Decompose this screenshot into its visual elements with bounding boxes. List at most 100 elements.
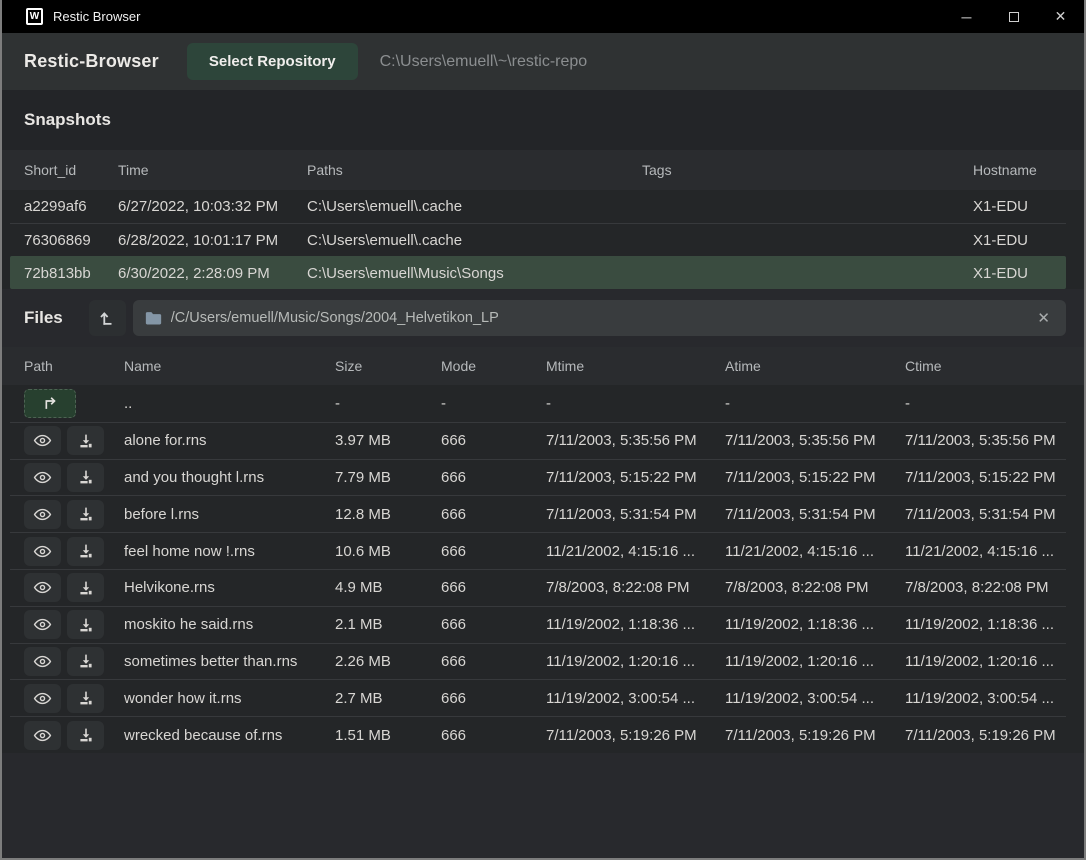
snapshot-row[interactable]: a2299af6 6/27/2022, 10:03:32 PM C:\Users…: [10, 190, 1066, 223]
file-mode: -: [441, 395, 546, 412]
snapshots-col-hostname: Hostname: [973, 162, 1066, 178]
file-mtime: 7/8/2003, 8:22:08 PM: [546, 579, 725, 596]
file-atime: 7/11/2003, 5:15:22 PM: [725, 469, 905, 486]
files-col-mode: Mode: [441, 358, 546, 374]
eye-icon: [33, 617, 52, 632]
snapshot-time: 6/27/2022, 10:03:32 PM: [118, 198, 307, 215]
preview-file-button[interactable]: [24, 647, 61, 676]
snapshot-row[interactable]: 72b813bb 6/30/2022, 2:28:09 PM C:\Users\…: [10, 256, 1066, 289]
file-mtime: 7/11/2003, 5:15:22 PM: [546, 469, 725, 486]
snapshot-row[interactable]: 76306869 6/28/2022, 10:01:17 PM C:\Users…: [10, 223, 1066, 256]
snapshot-paths: C:\Users\emuell\Music\Songs: [307, 265, 642, 282]
wails-logo-icon: W: [26, 8, 43, 25]
download-file-button[interactable]: [67, 610, 104, 639]
minimize-icon: ─: [962, 9, 972, 25]
app-header: Restic-Browser Select Repository C:\User…: [2, 33, 1084, 90]
go-up-directory-button[interactable]: [89, 300, 126, 336]
file-mtime: 7/11/2003, 5:31:54 PM: [546, 506, 725, 523]
file-atime: 11/19/2002, 1:18:36 ...: [725, 616, 905, 633]
download-icon: [78, 433, 94, 449]
files-col-name: Name: [124, 358, 335, 374]
file-size: 2.26 MB: [335, 653, 441, 670]
snapshot-hostname: X1-EDU: [973, 198, 1066, 215]
file-name: moskito he said.rns: [124, 616, 335, 633]
preview-file-button[interactable]: [24, 721, 61, 750]
file-row: Helvikone.rns 4.9 MB 666 7/8/2003, 8:22:…: [10, 569, 1066, 606]
file-mtime: 7/11/2003, 5:35:56 PM: [546, 432, 725, 449]
eye-icon: [33, 470, 52, 485]
download-file-button[interactable]: [67, 463, 104, 492]
snapshot-time: 6/28/2022, 10:01:17 PM: [118, 232, 307, 249]
maximize-icon: [1009, 12, 1019, 22]
download-file-button[interactable]: [67, 721, 104, 750]
snapshot-short-id: 76306869: [24, 232, 118, 249]
file-name: ..: [124, 395, 335, 412]
file-atime: 7/8/2003, 8:22:08 PM: [725, 579, 905, 596]
file-ctime: 7/8/2003, 8:22:08 PM: [905, 579, 1066, 596]
file-mtime: 11/19/2002, 1:20:16 ...: [546, 653, 725, 670]
preview-file-button[interactable]: [24, 684, 61, 713]
close-button[interactable]: ✕: [1037, 0, 1084, 33]
snapshots-col-paths: Paths: [307, 162, 642, 178]
download-file-button[interactable]: [67, 426, 104, 455]
file-name: feel home now !.rns: [124, 543, 335, 560]
file-row: sometimes better than.rns 2.26 MB 666 11…: [10, 643, 1066, 680]
file-size: 1.51 MB: [335, 727, 441, 744]
preview-file-button[interactable]: [24, 573, 61, 602]
minimize-button[interactable]: ─: [943, 0, 990, 33]
repository-path-text: C:\Users\emuell\~\restic-repo: [380, 53, 588, 71]
file-ctime: 11/19/2002, 3:00:54 ...: [905, 690, 1066, 707]
preview-file-button[interactable]: [24, 426, 61, 455]
snapshot-short-id: a2299af6: [24, 198, 118, 215]
snapshots-table-header: Short_id Time Paths Tags Hostname: [2, 150, 1084, 190]
parent-directory-button[interactable]: [24, 389, 76, 418]
snapshot-short-id: 72b813bb: [24, 265, 118, 282]
up-then-right-arrow-icon: [42, 396, 59, 411]
clear-icon: ✕: [1037, 310, 1050, 327]
file-atime: 11/19/2002, 3:00:54 ...: [725, 690, 905, 707]
download-icon: [78, 469, 94, 485]
files-col-atime: Atime: [725, 358, 905, 374]
preview-file-button[interactable]: [24, 537, 61, 566]
file-mtime: -: [546, 395, 725, 412]
preview-file-button[interactable]: [24, 500, 61, 529]
download-file-button[interactable]: [67, 500, 104, 529]
clear-path-button[interactable]: ✕: [1031, 307, 1056, 329]
level-up-icon: [98, 309, 116, 327]
files-bar: Files /C/Users/emuell/Music/Songs/2004_H…: [2, 289, 1084, 347]
files-col-ctime: Ctime: [905, 358, 1066, 374]
file-row: and you thought l.rns 7.79 MB 666 7/11/2…: [10, 459, 1066, 496]
file-ctime: 7/11/2003, 5:31:54 PM: [905, 506, 1066, 523]
file-name: before l.rns: [124, 506, 335, 523]
files-path-input[interactable]: /C/Users/emuell/Music/Songs/2004_Helveti…: [133, 300, 1066, 336]
file-ctime: 11/21/2002, 4:15:16 ...: [905, 543, 1066, 560]
folder-icon: [145, 311, 162, 326]
file-row: moskito he said.rns 2.1 MB 666 11/19/200…: [10, 606, 1066, 643]
file-mtime: 11/19/2002, 1:18:36 ...: [546, 616, 725, 633]
download-file-button[interactable]: [67, 573, 104, 602]
select-repository-button[interactable]: Select Repository: [187, 43, 358, 80]
file-ctime: 11/19/2002, 1:18:36 ...: [905, 616, 1066, 633]
download-file-button[interactable]: [67, 647, 104, 676]
file-mtime: 7/11/2003, 5:19:26 PM: [546, 727, 725, 744]
snapshot-paths: C:\Users\emuell\.cache: [307, 232, 642, 249]
download-icon: [78, 543, 94, 559]
close-icon: ✕: [1055, 8, 1067, 25]
maximize-button[interactable]: [990, 0, 1037, 33]
download-file-button[interactable]: [67, 537, 104, 566]
snapshot-hostname: X1-EDU: [973, 232, 1066, 249]
download-file-button[interactable]: [67, 684, 104, 713]
snapshot-time: 6/30/2022, 2:28:09 PM: [118, 265, 307, 282]
file-mode: 666: [441, 543, 546, 560]
eye-icon: [33, 544, 52, 559]
preview-file-button[interactable]: [24, 610, 61, 639]
file-row: alone for.rns 3.97 MB 666 7/11/2003, 5:3…: [10, 422, 1066, 459]
download-icon: [78, 653, 94, 669]
preview-file-button[interactable]: [24, 463, 61, 492]
file-atime: 7/11/2003, 5:19:26 PM: [725, 727, 905, 744]
file-ctime: 7/11/2003, 5:15:22 PM: [905, 469, 1066, 486]
snapshots-col-short-id: Short_id: [24, 162, 118, 178]
file-name: alone for.rns: [124, 432, 335, 449]
download-icon: [78, 580, 94, 596]
file-name: sometimes better than.rns: [124, 653, 335, 670]
